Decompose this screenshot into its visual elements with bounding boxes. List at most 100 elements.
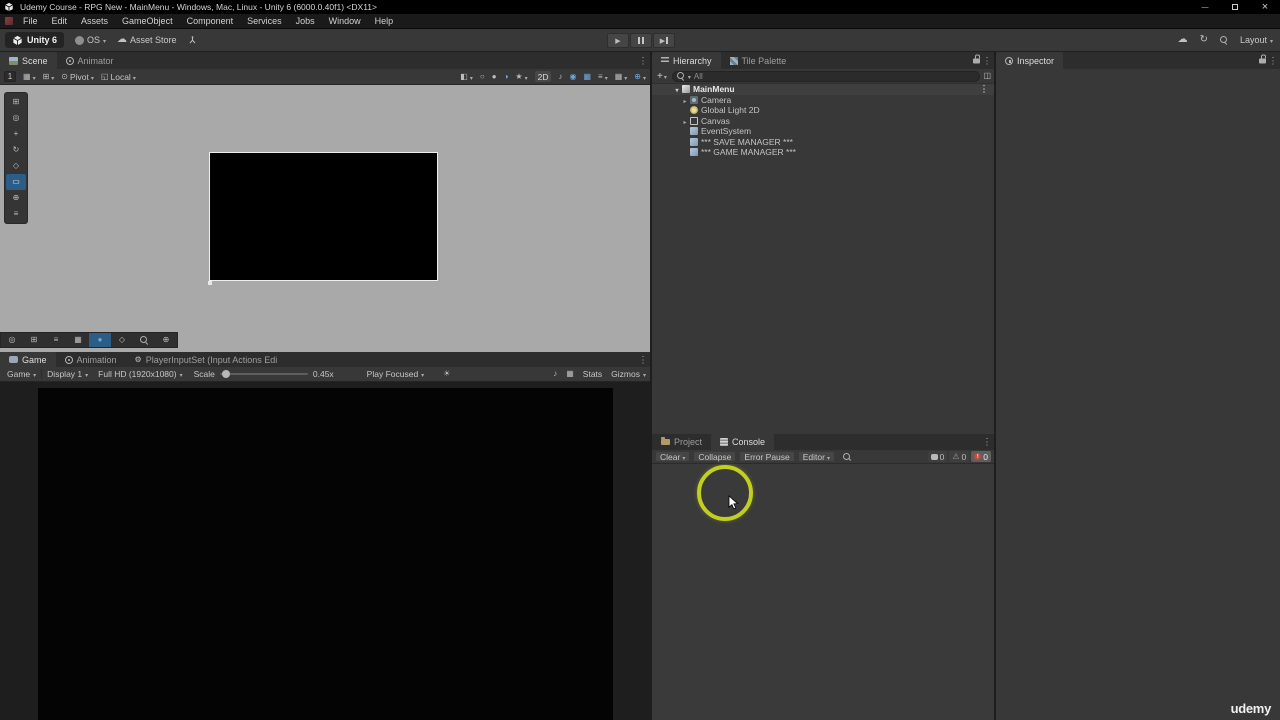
error-count-toggle[interactable]: 0 (971, 451, 991, 462)
scene-root-row[interactable]: MainMenu (652, 84, 994, 95)
hierarchy-row-game-manager[interactable]: *** GAME MANAGER *** (652, 147, 994, 158)
warning-count-toggle[interactable]: 0 (949, 451, 970, 462)
panel-menu-icon[interactable] (982, 437, 992, 448)
layout-dropdown[interactable]: Layout (1240, 35, 1273, 45)
scene-viewport[interactable] (0, 85, 650, 352)
canvas-bounds[interactable] (208, 152, 438, 285)
menu-item-services[interactable]: Services (240, 14, 289, 28)
grid-button[interactable] (23, 333, 45, 347)
custom-tool-button[interactable] (6, 206, 26, 222)
scene-row-menu-icon[interactable] (979, 84, 989, 95)
scale-slider[interactable] (219, 370, 308, 378)
scene-visibility-icon[interactable] (569, 73, 576, 81)
view-tool-button[interactable] (6, 110, 26, 126)
skybox-toggle-icon[interactable] (480, 73, 485, 81)
display-target-dropdown[interactable]: Display 1 (42, 367, 93, 381)
pause-button[interactable] (630, 33, 652, 48)
canvas-corner-handle[interactable] (208, 281, 212, 285)
panel-menu-icon[interactable] (638, 354, 648, 365)
close-button[interactable] (1250, 0, 1280, 14)
lock-icon[interactable] (973, 54, 980, 63)
clear-button[interactable]: Clear (655, 451, 691, 462)
metrics-icon[interactable] (566, 370, 574, 378)
rotate-tool-button[interactable] (6, 142, 26, 158)
game-viewport[interactable] (0, 382, 650, 720)
pivot-toggle[interactable]: Pivot (61, 72, 94, 82)
editor-dropdown[interactable]: Editor (797, 451, 835, 462)
play-button[interactable] (607, 33, 629, 48)
focus-mode-dropdown[interactable]: Play Focused (362, 367, 430, 381)
tab-animator[interactable]: Animator (57, 52, 123, 69)
tilemap-button[interactable] (67, 333, 89, 347)
menu-item-component[interactable]: Component (180, 14, 241, 28)
menu-item-assets[interactable]: Assets (74, 14, 115, 28)
vsync-icon[interactable] (443, 370, 450, 378)
grid-snap-dropdown[interactable] (23, 72, 36, 82)
2d-mode-toggle[interactable]: 2D (534, 71, 552, 82)
grid-tool-button[interactable] (6, 94, 26, 110)
tab-inspector[interactable]: Inspector (996, 52, 1064, 69)
transform-tool-button[interactable] (6, 190, 26, 206)
account-dropdown[interactable]: OS (75, 35, 106, 45)
snap-increment-dropdown[interactable] (43, 72, 55, 82)
info-count-toggle[interactable]: 0 (927, 451, 948, 462)
hierarchy-row-canvas[interactable]: Canvas (652, 116, 994, 127)
unity-version-badge[interactable]: Unity 6 (5, 32, 65, 48)
audio-toggle-icon[interactable] (558, 73, 562, 81)
orientation-button[interactable] (1, 333, 23, 347)
hierarchy-search-input[interactable]: All (671, 70, 981, 82)
menu-item-help[interactable]: Help (368, 14, 401, 28)
expand-arrow-icon[interactable] (683, 116, 686, 126)
expand-arrow-icon[interactable] (683, 95, 686, 105)
effects-dropdown[interactable] (515, 72, 527, 82)
focus-button[interactable] (89, 333, 111, 347)
search-icon[interactable] (1219, 36, 1228, 44)
maximize-button[interactable] (1220, 0, 1250, 14)
hierarchy-row-eventsystem[interactable]: EventSystem (652, 126, 994, 137)
console-search-input[interactable] (843, 452, 925, 461)
snap-button[interactable] (155, 333, 177, 347)
hierarchy-row-camera[interactable]: Camera (652, 95, 994, 106)
overlays-dropdown[interactable] (598, 72, 608, 82)
minimize-button[interactable] (1190, 0, 1220, 14)
hierarchy-row-save-manager[interactable]: *** SAVE MANAGER *** (652, 137, 994, 148)
draw-mode-dropdown[interactable] (460, 72, 473, 82)
grid-size-field[interactable]: 1 (4, 71, 16, 82)
cloud-services-icon[interactable] (1178, 35, 1188, 45)
menu-item-file[interactable]: File (16, 14, 45, 28)
panel-menu-icon[interactable] (982, 55, 992, 66)
lighting-toggle-icon[interactable] (504, 73, 509, 81)
grid-visibility-icon[interactable] (583, 73, 591, 81)
collapse-arrow-icon[interactable] (675, 84, 678, 94)
tab-game[interactable]: Game (0, 352, 56, 367)
grid-settings-dropdown[interactable] (615, 72, 628, 82)
tab-tile-palette[interactable]: Tile Palette (721, 52, 796, 69)
tab-player-input-set[interactable]: PlayerInputSet (Input Actions Edi (126, 352, 287, 367)
display-mode-dropdown[interactable]: Game (2, 367, 41, 381)
scale-slider-thumb[interactable] (221, 370, 230, 378)
stats-toggle[interactable]: Stats (583, 369, 602, 379)
mute-audio-icon[interactable] (553, 370, 557, 378)
console-log-area[interactable] (652, 464, 994, 720)
scale-tool-button[interactable] (6, 158, 26, 174)
tab-scene[interactable]: Scene (0, 52, 57, 69)
handle-orientation-toggle[interactable]: Local (101, 72, 136, 82)
error-pause-toggle[interactable]: Error Pause (739, 451, 795, 462)
panel-menu-icon[interactable] (638, 55, 648, 66)
menu-item-jobs[interactable]: Jobs (289, 14, 322, 28)
asset-store-button[interactable]: Asset Store (117, 35, 177, 45)
tab-project[interactable]: Project (652, 434, 711, 450)
menu-item-edit[interactable]: Edit (45, 14, 75, 28)
create-object-button[interactable]: + (655, 71, 669, 82)
gizmos-dropdown[interactable]: Gizmos (611, 367, 646, 381)
resolution-dropdown[interactable]: Full HD (1920x1080) (93, 367, 187, 381)
undo-history-icon[interactable] (1200, 35, 1208, 45)
menu-item-window[interactable]: Window (322, 14, 368, 28)
version-control-icon[interactable] (188, 35, 197, 45)
tab-hierarchy[interactable]: Hierarchy (652, 52, 721, 69)
layers-button[interactable] (45, 333, 67, 347)
step-button[interactable] (653, 33, 675, 48)
menu-item-gameobject[interactable]: GameObject (115, 14, 180, 28)
move-tool-button[interactable] (6, 126, 26, 142)
panel-menu-icon[interactable] (1268, 55, 1278, 66)
